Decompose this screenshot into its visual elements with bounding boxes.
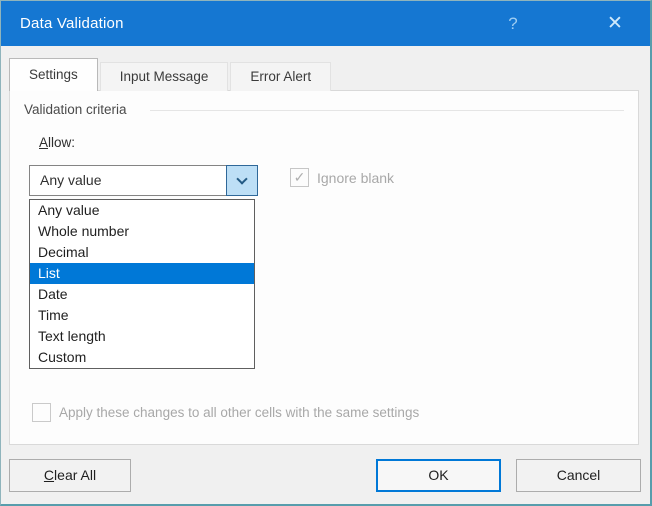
- dropdown-item[interactable]: Text length: [30, 326, 254, 347]
- tab-error-alert[interactable]: Error Alert: [230, 62, 331, 91]
- ignore-blank-checkbox: ✓: [290, 168, 309, 187]
- window-title: Data Validation: [20, 1, 124, 46]
- data-validation-dialog: Data Validation ? ✕ Settings Input Messa…: [0, 0, 652, 506]
- title-bar: Data Validation ? ✕: [1, 1, 650, 46]
- ok-button[interactable]: OK: [376, 459, 501, 492]
- dropdown-item[interactable]: Whole number: [30, 221, 254, 242]
- allow-label: Allow:: [39, 135, 75, 150]
- allow-dropdown-list: Any valueWhole numberDecimalListDateTime…: [29, 199, 255, 369]
- chevron-down-icon: [236, 173, 247, 184]
- dropdown-item[interactable]: Custom: [30, 347, 254, 368]
- allow-combobox[interactable]: Any value: [29, 165, 258, 196]
- dropdown-item[interactable]: Time: [30, 305, 254, 326]
- cancel-button[interactable]: Cancel: [516, 459, 641, 492]
- dropdown-item[interactable]: Decimal: [30, 242, 254, 263]
- tab-settings[interactable]: Settings: [9, 58, 98, 91]
- tab-settings-label: Settings: [29, 67, 78, 82]
- help-icon: ?: [508, 14, 517, 34]
- tab-strip: Settings Input Message Error Alert: [9, 58, 333, 91]
- help-button[interactable]: ?: [488, 1, 538, 46]
- settings-tab-page: Validation criteria Allow: Any value ✓ I…: [9, 90, 639, 445]
- dropdown-item[interactable]: Any value: [30, 200, 254, 221]
- tab-input-message[interactable]: Input Message: [100, 62, 229, 91]
- clear-all-button[interactable]: Clear All: [9, 459, 131, 492]
- dropdown-item[interactable]: Date: [30, 284, 254, 305]
- validation-criteria-group-label: Validation criteria: [24, 102, 135, 117]
- ignore-blank-label: Ignore blank: [317, 170, 394, 186]
- allow-combobox-dropdown-button[interactable]: [226, 165, 258, 196]
- apply-changes-label: Apply these changes to all other cells w…: [59, 405, 419, 420]
- group-divider: [150, 110, 624, 111]
- close-button[interactable]: ✕: [590, 1, 640, 46]
- tab-error-alert-label: Error Alert: [250, 69, 311, 84]
- close-icon: ✕: [607, 12, 623, 35]
- allow-combobox-value: Any value: [30, 166, 257, 195]
- checkmark-icon: ✓: [294, 169, 306, 185]
- tab-input-message-label: Input Message: [120, 69, 209, 84]
- dropdown-item[interactable]: List: [30, 263, 254, 284]
- apply-changes-checkbox: [32, 403, 51, 422]
